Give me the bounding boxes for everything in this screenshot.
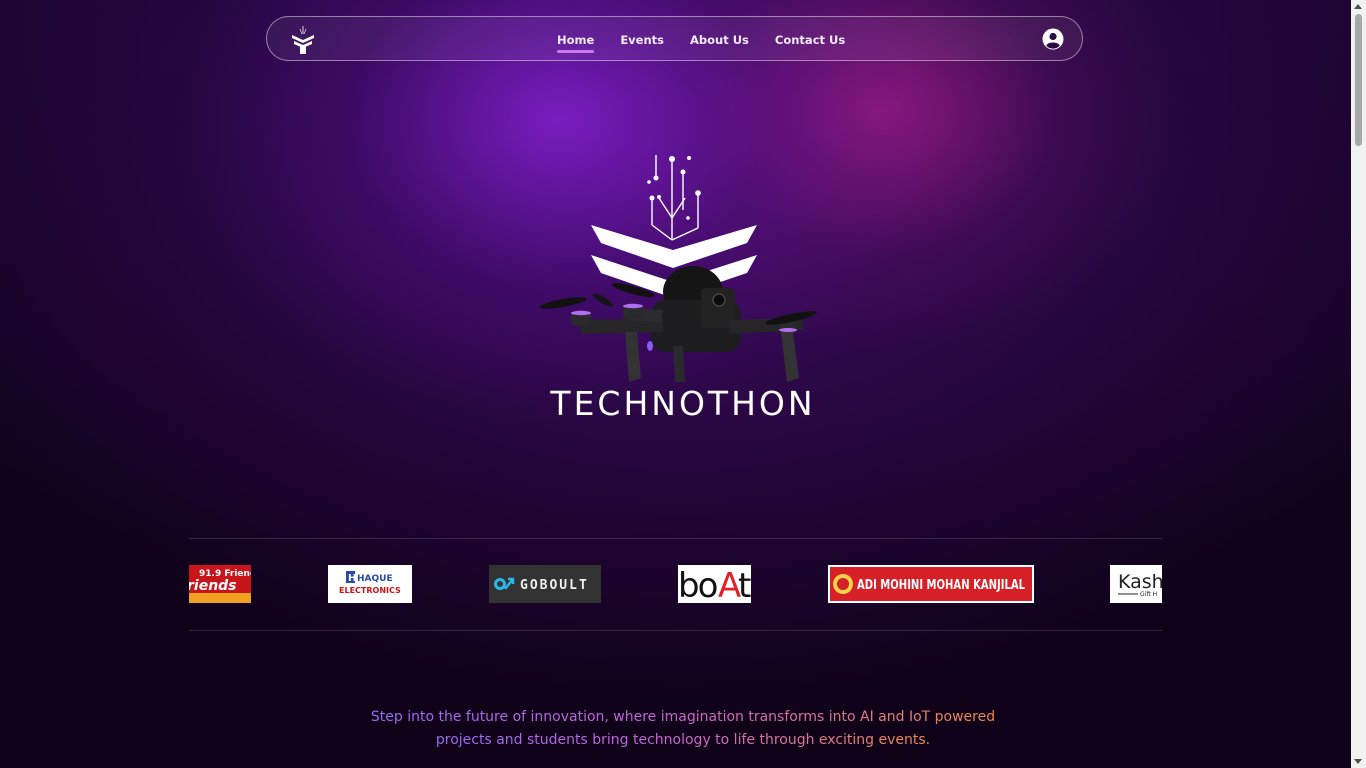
- tagline-line-2: projects and students bring technology t…: [435, 732, 931, 748]
- scroll-down-arrow-icon[interactable]: [1354, 759, 1362, 764]
- user-circle-icon[interactable]: [1042, 28, 1064, 50]
- sponsor-carousel: 91.9 Friends fm riends H HAQUE ELECTRONI…: [189, 538, 1162, 631]
- svg-text:bo: bo: [678, 566, 717, 603]
- sponsor-logo: GOBOULT: [489, 565, 601, 603]
- nav-link-events[interactable]: Events: [620, 33, 664, 47]
- technothon-logo-icon[interactable]: [289, 25, 317, 55]
- sponsor-logo: H HAQUE ELECTRONICS: [328, 565, 412, 603]
- page-scrollbar[interactable]: [1351, 0, 1366, 768]
- top-navbar: Home Events About Us Contact Us: [266, 16, 1083, 61]
- svg-text:Gift H: Gift H: [1140, 591, 1157, 598]
- scroll-up-arrow-icon[interactable]: [1354, 4, 1362, 9]
- svg-text:ELECTRONICS: ELECTRONICS: [339, 586, 401, 595]
- svg-text:riends: riends: [189, 578, 237, 594]
- sponsor-logo: 91.9 Friends fm riends: [189, 565, 251, 603]
- sponsor-name: GOBOULT: [520, 578, 589, 593]
- sponsor-logo: bo A t: [678, 565, 751, 603]
- scroll-thumb[interactable]: [1355, 14, 1362, 146]
- nav-link-contact-us[interactable]: Contact Us: [775, 33, 845, 47]
- svg-text:t: t: [738, 566, 751, 603]
- svg-text:HAQUE: HAQUE: [357, 574, 393, 584]
- tagline-line-1: Step into the future of innovation, wher…: [370, 709, 996, 725]
- sponsor-name: ADI MOHINI MOHAN KANJILAL: [857, 578, 1025, 593]
- sponsor-name: Kash: [1118, 571, 1162, 593]
- svg-text:H: H: [348, 573, 356, 584]
- nav-link-about-us[interactable]: About Us: [690, 33, 749, 47]
- sponsor-logo: ADI MOHINI MOHAN KANJILAL: [828, 565, 1034, 603]
- nav-links: Home Events About Us Contact Us: [557, 17, 845, 62]
- sponsor-logo: Kash Gift H: [1110, 565, 1162, 603]
- nav-link-home[interactable]: Home: [557, 33, 595, 53]
- tagline: Step into the future of innovation, wher…: [0, 706, 1366, 752]
- hero-title: TECHNOTHON: [550, 384, 816, 423]
